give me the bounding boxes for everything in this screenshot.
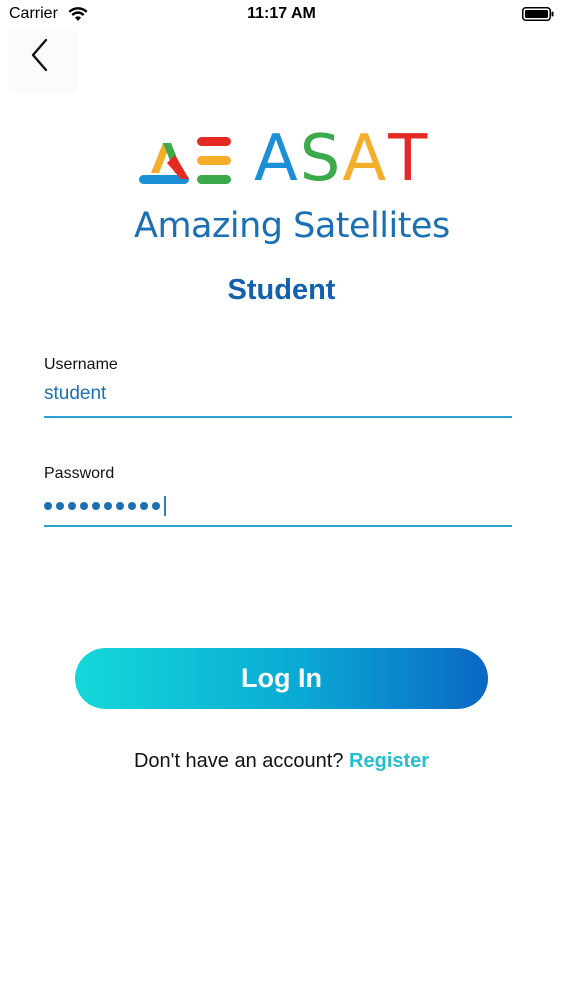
status-time: 11:17 AM xyxy=(247,5,316,22)
register-row: Don't have an account? Register xyxy=(0,750,563,773)
password-mask-dot xyxy=(92,502,100,510)
logo-letter-t: T xyxy=(388,122,430,196)
password-mask-dot xyxy=(128,502,136,510)
register-prompt: Don't have an account? xyxy=(133,750,344,772)
status-bar: Carrier 11:17 AM xyxy=(0,0,563,30)
username-field[interactable]: Username student xyxy=(44,356,512,418)
asat-logo: ASAT Amazing Satellites xyxy=(130,126,450,253)
password-input[interactable] xyxy=(44,492,512,520)
password-mask-dot xyxy=(68,502,76,510)
password-field[interactable]: Password xyxy=(44,465,512,527)
password-mask-dot xyxy=(56,502,64,510)
login-button[interactable]: Log In xyxy=(75,648,488,709)
register-link[interactable]: Register xyxy=(349,750,429,772)
text-cursor xyxy=(164,496,166,516)
logo-mark-icon xyxy=(139,137,231,184)
logo-letter-a1: A xyxy=(254,122,300,196)
password-underline xyxy=(44,525,512,527)
username-label: Username xyxy=(44,356,118,373)
password-mask-dot xyxy=(80,502,88,510)
logo-letter-a2: A xyxy=(342,122,389,196)
username-underline xyxy=(44,416,512,418)
password-mask-dot xyxy=(152,502,160,510)
page-title: Student xyxy=(227,274,336,306)
username-input[interactable]: student xyxy=(44,383,512,411)
password-mask-dot xyxy=(116,502,124,510)
back-button[interactable] xyxy=(8,28,78,94)
battery-icon xyxy=(522,7,554,21)
chevron-left-icon xyxy=(31,38,48,72)
password-mask-dot xyxy=(140,502,148,510)
logo-tagline: Amazing Satellites xyxy=(134,206,450,246)
logo-letter-s: S xyxy=(299,122,343,196)
password-label: Password xyxy=(44,465,115,482)
password-mask-dot xyxy=(104,502,112,510)
logo-wordmark: ASAT xyxy=(254,126,429,192)
password-mask-dot xyxy=(44,502,52,510)
